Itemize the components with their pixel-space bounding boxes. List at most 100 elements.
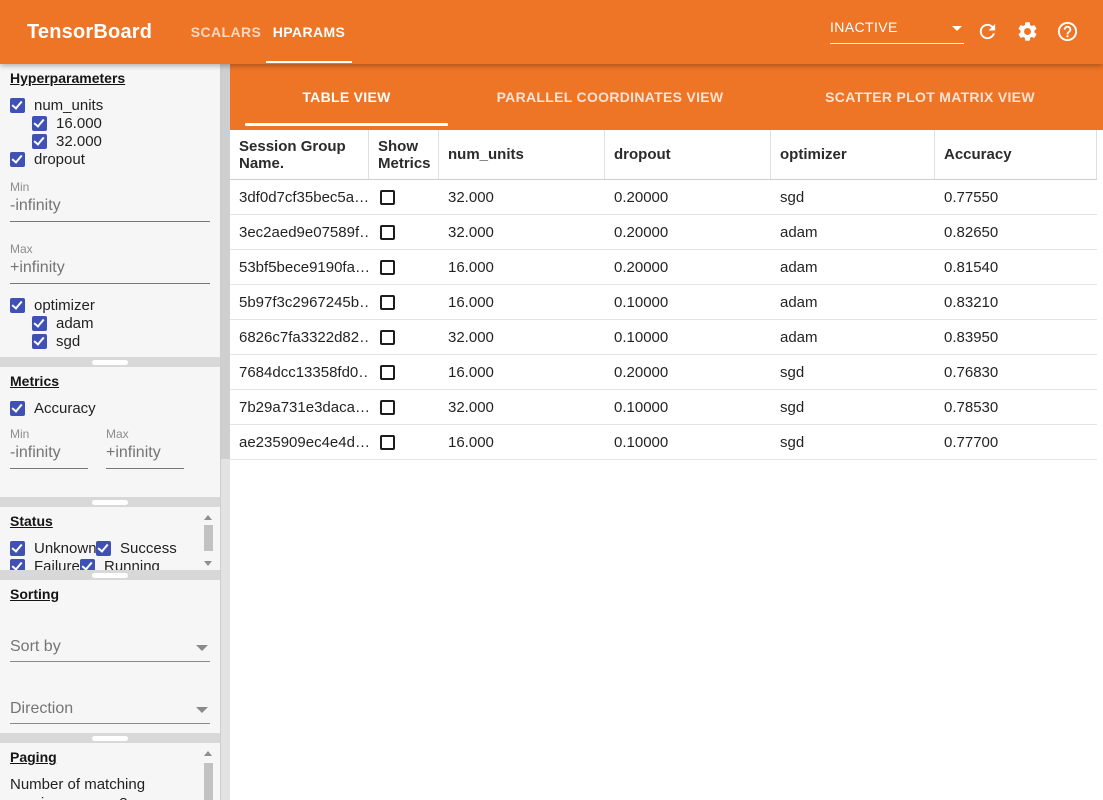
- section-resize-handle[interactable]: [0, 357, 220, 367]
- tensorboard-app: TensorBoard SCALARS HPARAMS INACTIVE Hyp…: [0, 0, 1103, 800]
- num-units-cell: 32.000: [439, 224, 605, 241]
- accuracy-cell: 0.83950: [935, 329, 1097, 346]
- adam-checkbox[interactable]: [32, 316, 47, 331]
- sgd-checkbox[interactable]: [32, 334, 47, 349]
- dropout-min-input[interactable]: [10, 194, 210, 222]
- optimizer-cell: adam: [771, 329, 935, 346]
- accuracy-cell: 0.77700: [935, 434, 1097, 451]
- dropout-max-input[interactable]: [10, 256, 210, 284]
- running-checkbox[interactable]: [80, 559, 95, 571]
- accuracy-cell: 0.77550: [935, 189, 1097, 206]
- dropout-min-field: Min: [10, 180, 210, 222]
- scroll-down-icon[interactable]: [204, 561, 212, 566]
- refresh-icon[interactable]: [976, 20, 999, 43]
- failure-label: Failure: [34, 558, 80, 571]
- unknown-label: Unknown: [34, 540, 97, 557]
- chevron-down-icon: [196, 645, 208, 651]
- dropout-min-label: Min: [10, 180, 210, 194]
- scrollbar-thumb[interactable]: [221, 64, 230, 459]
- show-metrics-checkbox[interactable]: [380, 225, 395, 240]
- paging-title: Paging: [10, 749, 210, 765]
- scroll-up-icon[interactable]: [204, 751, 212, 756]
- tab-table-view-label: TABLE VIEW: [302, 89, 390, 105]
- success-label: Success: [120, 540, 177, 557]
- sidebar-scrollbar[interactable]: [220, 64, 230, 800]
- scrollbar-thumb[interactable]: [204, 763, 213, 800]
- drag-handle-icon: [92, 573, 128, 578]
- unknown-checkbox[interactable]: [10, 541, 25, 556]
- accuracy-checkbox[interactable]: [10, 401, 25, 416]
- tab-hparams[interactable]: HPARAMS: [266, 0, 352, 64]
- session-group-name-cell: 3df0d7cf35bec5a…: [230, 189, 369, 206]
- show-metrics-cell: [369, 260, 439, 275]
- status-dropdown-value: INACTIVE: [830, 19, 898, 35]
- success-checkbox[interactable]: [96, 541, 111, 556]
- status-row-1: Unknown Success: [10, 539, 210, 557]
- sort-by-value: Sort by: [10, 638, 61, 655]
- dropout-max-field: Max: [10, 242, 210, 284]
- help-icon[interactable]: [1056, 20, 1079, 43]
- show-metrics-checkbox[interactable]: [380, 435, 395, 450]
- show-metrics-checkbox[interactable]: [380, 260, 395, 275]
- dropout-cell: 0.10000: [605, 294, 771, 311]
- direction-dropdown[interactable]: Direction: [10, 696, 210, 724]
- value-16-checkbox[interactable]: [32, 116, 47, 131]
- show-metrics-cell: [369, 330, 439, 345]
- sort-by-dropdown[interactable]: Sort by: [10, 634, 210, 662]
- table-row: 3df0d7cf35bec5a… 32.000 0.20000 sgd 0.77…: [230, 180, 1097, 215]
- top-toolbar: TensorBoard SCALARS HPARAMS INACTIVE: [0, 0, 1103, 64]
- accuracy-cell: 0.76830: [935, 364, 1097, 381]
- optimizer-cell: sgd: [771, 399, 935, 416]
- tab-table-view[interactable]: TABLE VIEW: [245, 64, 448, 130]
- status-running: Running: [80, 558, 160, 571]
- direction-value: Direction: [10, 700, 73, 717]
- accuracy-min-input[interactable]: [10, 441, 88, 469]
- section-resize-handle[interactable]: [0, 497, 220, 507]
- drag-handle-icon: [92, 736, 128, 741]
- section-resize-handle[interactable]: [0, 733, 220, 743]
- adam-label: adam: [56, 315, 94, 332]
- section-resize-handle[interactable]: [0, 570, 220, 580]
- table-row: ae235909ec4e4d… 16.000 0.10000 sgd 0.777…: [230, 425, 1097, 460]
- dropout-cell: 0.10000: [605, 434, 771, 451]
- accuracy-max-input[interactable]: [106, 441, 184, 469]
- tab-hparams-label: HPARAMS: [273, 24, 346, 40]
- dropout-cell: 0.10000: [605, 399, 771, 416]
- hyperparameters-title: Hyperparameters: [10, 70, 210, 86]
- main-content: TABLE VIEW PARALLEL COORDINATES VIEW SCA…: [230, 64, 1103, 800]
- show-metrics-checkbox[interactable]: [380, 295, 395, 310]
- show-metrics-checkbox[interactable]: [380, 400, 395, 415]
- status-title: Status: [10, 513, 210, 529]
- scrollbar-thumb[interactable]: [204, 525, 213, 551]
- status-row-2: Failure Running: [10, 557, 210, 570]
- tab-scalars[interactable]: SCALARS: [186, 0, 266, 64]
- show-metrics-checkbox[interactable]: [380, 190, 395, 205]
- failure-checkbox[interactable]: [10, 559, 25, 571]
- table-row: 5b97f3c2967245b… 16.000 0.10000 adam 0.8…: [230, 285, 1097, 320]
- show-metrics-checkbox[interactable]: [380, 365, 395, 380]
- optimizer-cell: adam: [771, 294, 935, 311]
- session-group-name-cell: 7684dcc13358fd0…: [230, 364, 369, 381]
- accuracy-minmax: Min Max: [10, 427, 210, 469]
- paging-scrollbar[interactable]: [203, 751, 214, 800]
- dropout-cell: 0.20000: [605, 364, 771, 381]
- value-32-checkbox[interactable]: [32, 134, 47, 149]
- drag-handle-icon: [92, 360, 128, 365]
- dropout-cell: 0.20000: [605, 259, 771, 276]
- tab-parallel-coordinates-view[interactable]: PARALLEL COORDINATES VIEW: [478, 64, 742, 130]
- dropout-cell: 0.20000: [605, 189, 771, 206]
- optimizer-checkbox[interactable]: [10, 298, 25, 313]
- metrics-title: Metrics: [10, 373, 210, 389]
- tab-scatter-plot-matrix-view[interactable]: SCATTER PLOT MATRIX VIEW: [798, 64, 1062, 130]
- session-group-name-cell: 5b97f3c2967245b…: [230, 294, 369, 311]
- status-dropdown[interactable]: INACTIVE: [830, 13, 964, 44]
- show-metrics-checkbox[interactable]: [380, 330, 395, 345]
- chevron-down-icon: [196, 707, 208, 713]
- dropout-checkbox[interactable]: [10, 152, 25, 167]
- hparam-num-units: num_units: [10, 96, 210, 114]
- gear-icon[interactable]: [1016, 20, 1039, 43]
- scroll-up-icon[interactable]: [204, 515, 212, 520]
- hyperparameters-section: Hyperparameters num_units 16.000 32.000 …: [0, 64, 220, 357]
- status-scrollbar[interactable]: [203, 515, 214, 566]
- num-units-checkbox[interactable]: [10, 98, 25, 113]
